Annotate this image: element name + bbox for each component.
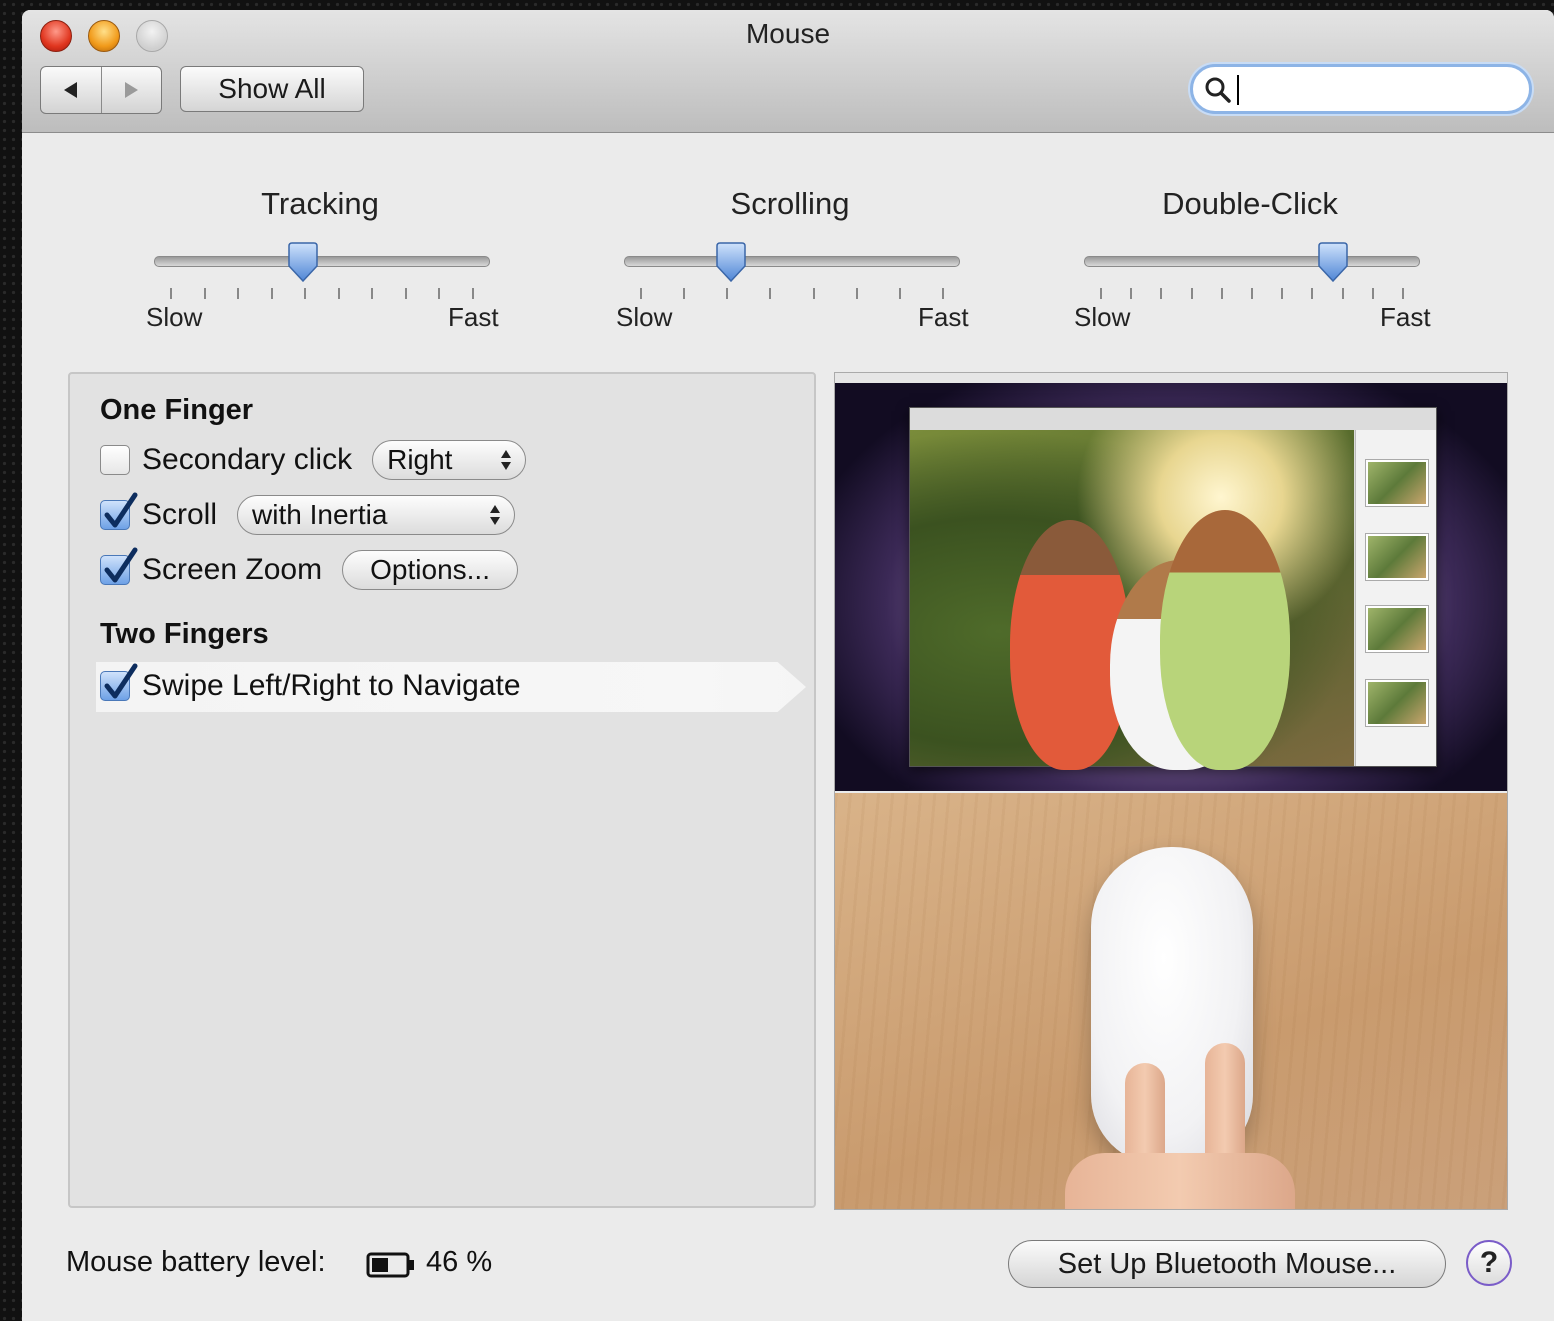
scrolling-slow-label: Slow [616, 302, 673, 332]
double-click-slider-thumb[interactable] [1316, 242, 1350, 282]
screen-zoom-label: Screen Zoom [142, 553, 323, 586]
forward-button[interactable] [100, 67, 162, 113]
double-click-slider-track[interactable] [1084, 256, 1420, 267]
tracking-ticks [170, 288, 474, 300]
slider-tick [1251, 288, 1253, 299]
slider-tick [472, 288, 474, 299]
slider-tick [812, 288, 815, 299]
tracking-slow-label: Slow [146, 302, 203, 332]
screen-zoom-row: Screen Zoom Options... [100, 547, 519, 590]
window-title: Mouse [745, 18, 831, 49]
popup-arrows-icon [501, 450, 512, 470]
slider-tick [1160, 288, 1163, 299]
gesture-options-panel: One Finger Secondary click Right Scroll … [68, 372, 816, 1208]
scrolling-slider-track[interactable] [624, 256, 960, 267]
preview-screen-image [835, 373, 1507, 791]
secondary-click-label: Secondary click [142, 443, 353, 476]
slider-tick [438, 288, 441, 299]
gesture-preview-video [834, 372, 1508, 1210]
back-arrow-icon [63, 82, 77, 98]
checkmark-icon [104, 492, 138, 528]
battery-icon [366, 1252, 414, 1278]
slider-tick [683, 288, 686, 299]
tracking-slider-track[interactable] [154, 256, 490, 267]
checkmark-icon [104, 547, 138, 583]
slider-tick [855, 288, 858, 299]
text-caret [1237, 75, 1239, 105]
slider-tick [170, 288, 172, 299]
show-all-button[interactable]: Show All [180, 66, 364, 112]
one-finger-heading: One Finger [100, 394, 254, 426]
secondary-click-popup[interactable]: Right [372, 440, 527, 480]
slider-tick [203, 288, 206, 299]
slider-tick [371, 288, 374, 299]
scroll-row: Scroll with Inertia [100, 492, 516, 535]
slider-tick [270, 288, 273, 299]
screen-zoom-checkbox[interactable] [100, 547, 138, 585]
scrolling-slider-thumb[interactable] [714, 242, 748, 282]
back-forward-control [40, 66, 162, 114]
slider-tick [640, 288, 642, 299]
preview-thumbnail-strip [1355, 430, 1436, 766]
scroll-popup[interactable]: with Inertia [237, 495, 516, 535]
scrolling-ticks [640, 288, 944, 300]
screen-zoom-options-button[interactable]: Options... [342, 550, 519, 590]
secondary-click-row: Secondary click Right [100, 440, 527, 480]
scroll-popup-value: with Inertia [252, 499, 388, 530]
battery-level-label: Mouse battery level: [66, 1246, 326, 1278]
preview-menubar [835, 373, 1507, 383]
two-fingers-heading: Two Fingers [100, 618, 269, 650]
double-click-label: Double-Click [1162, 186, 1338, 221]
swipe-label: Swipe Left/Right to Navigate [142, 669, 521, 702]
double-click-ticks [1100, 288, 1404, 300]
scroll-checkbox[interactable] [100, 492, 138, 530]
slider-tick [1100, 288, 1102, 299]
preview-desk-image [835, 793, 1507, 1209]
help-button[interactable]: ? [1466, 1240, 1512, 1286]
slider-tick [1281, 288, 1284, 299]
double-click-slider-group: Double-Click Slow Fast [1070, 186, 1431, 332]
swipe-row[interactable]: Swipe Left/Right to Navigate [100, 663, 521, 706]
slider-tick [1130, 288, 1133, 299]
forward-arrow-icon [125, 82, 139, 98]
slider-tick [1220, 288, 1223, 299]
double-click-fast-label: Fast [1380, 302, 1431, 332]
tracking-slider-group: Tracking Slow Fast [140, 186, 500, 332]
swipe-checkbox[interactable] [100, 663, 138, 701]
search-icon [1205, 77, 1231, 103]
slider-tick [769, 288, 772, 299]
slider-tick [304, 288, 307, 299]
search-field[interactable] [1190, 64, 1532, 114]
slider-tick [1341, 288, 1344, 299]
slider-tick [726, 288, 729, 299]
back-button[interactable] [41, 67, 101, 113]
slider-tick [337, 288, 340, 299]
battery-level-value: 46 % [426, 1246, 493, 1278]
slider-tick [1402, 288, 1404, 299]
popup-arrows-icon [490, 505, 501, 525]
secondary-click-checkbox[interactable] [100, 445, 130, 475]
scroll-label: Scroll [142, 498, 218, 531]
scrolling-fast-label: Fast [918, 302, 969, 332]
slider-tick [898, 288, 901, 299]
slider-tick [1311, 288, 1314, 299]
slider-tick [942, 288, 944, 299]
preview-photo [910, 430, 1354, 770]
preview-photo-window [909, 407, 1437, 770]
scrolling-slider-group: Scrolling Slow Fast [610, 186, 970, 332]
titlebar: Mouse Show All [22, 10, 1554, 133]
checkmark-icon [104, 663, 138, 699]
tracking-fast-label: Fast [448, 302, 499, 332]
slider-tick [237, 288, 240, 299]
set-up-bluetooth-mouse-button[interactable]: Set Up Bluetooth Mouse... [1008, 1240, 1446, 1288]
secondary-click-popup-value: Right [387, 444, 453, 475]
slider-tick [1371, 288, 1374, 299]
slider-tick [1190, 288, 1193, 299]
slider-tick [404, 288, 407, 299]
tracking-label: Tracking [261, 186, 379, 221]
scrolling-label: Scrolling [730, 186, 850, 221]
tracking-slider-thumb[interactable] [286, 242, 320, 282]
double-click-slow-label: Slow [1074, 302, 1131, 332]
mouse-preferences-window: Mouse Show All Tracking Slow Fast Scroll… [22, 10, 1554, 1321]
